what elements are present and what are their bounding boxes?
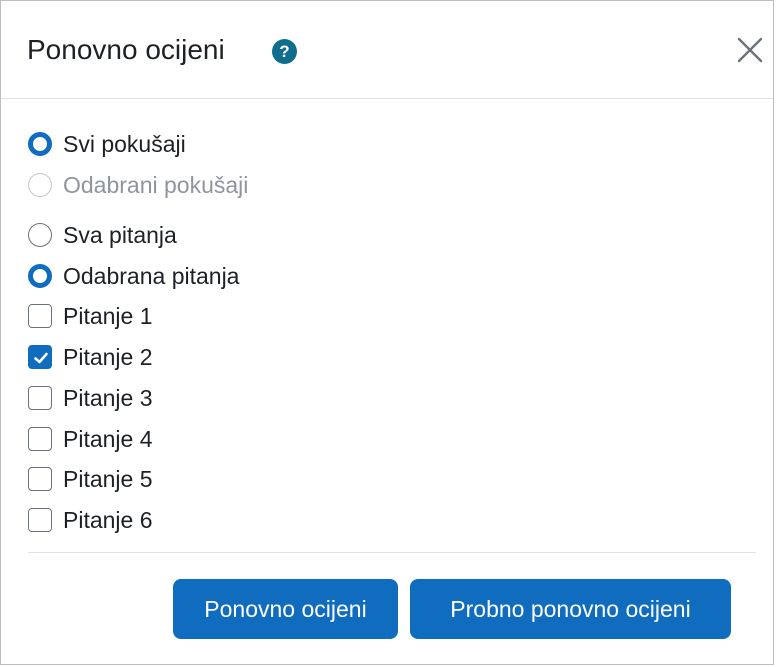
checkbox[interactable] <box>28 508 52 532</box>
checkbox-label: Pitanje 6 <box>63 507 153 533</box>
checkbox-label: Pitanje 4 <box>63 426 153 452</box>
checkbox-question-2[interactable]: Pitanje 2 <box>28 342 153 372</box>
checkbox-question-5[interactable]: Pitanje 5 <box>28 464 153 494</box>
checkbox-question-1[interactable]: Pitanje 1 <box>28 301 153 331</box>
regrade-dialog: Ponovno ocijeni ? Svi pokušaji Odabrani … <box>0 0 774 665</box>
radio-label: Odabrani pokušaji <box>63 172 249 198</box>
close-icon <box>737 37 763 63</box>
checkbox[interactable] <box>28 427 52 451</box>
radio-selected-questions[interactable]: Odabrana pitanja <box>28 261 239 291</box>
checkbox-label: Pitanje 2 <box>63 344 153 370</box>
dialog-title: Ponovno ocijeni <box>27 34 225 65</box>
regrade-button[interactable]: Ponovno ocijeni <box>173 579 398 639</box>
dialog-body: Svi pokušaji Odabrani pokušaji Sva pitan… <box>1 99 773 664</box>
footer-divider <box>28 552 756 553</box>
checkbox-label: Pitanje 1 <box>63 303 153 329</box>
checkbox-question-4[interactable]: Pitanje 4 <box>28 424 153 454</box>
dry-run-regrade-button[interactable]: Probno ponovno ocijeni <box>410 579 731 639</box>
radio-label: Sva pitanja <box>63 222 177 248</box>
radio-label: Odabrana pitanja <box>63 263 240 289</box>
checkbox-question-3[interactable]: Pitanje 3 <box>28 383 153 413</box>
checkmark-icon <box>34 352 48 364</box>
radio-all-attempts[interactable]: Svi pokušaji <box>28 129 186 159</box>
radio-button[interactable] <box>28 264 52 288</box>
help-icon[interactable]: ? <box>272 39 297 64</box>
close-button[interactable] <box>731 31 769 69</box>
checkbox[interactable] <box>28 345 52 369</box>
checkbox-question-6[interactable]: Pitanje 6 <box>28 505 153 535</box>
checkbox[interactable] <box>28 467 52 491</box>
checkbox[interactable] <box>28 304 52 328</box>
radio-selected-attempts[interactable]: Odabrani pokušaji <box>28 170 248 200</box>
checkbox[interactable] <box>28 386 52 410</box>
radio-all-questions[interactable]: Sva pitanja <box>28 220 177 250</box>
checkbox-label: Pitanje 5 <box>63 466 153 492</box>
dialog-header: Ponovno ocijeni ? <box>1 1 773 99</box>
radio-button[interactable] <box>28 132 52 156</box>
checkbox-label: Pitanje 3 <box>63 385 153 411</box>
radio-button[interactable] <box>28 223 52 247</box>
radio-button[interactable] <box>28 173 52 197</box>
radio-label: Svi pokušaji <box>63 131 186 157</box>
